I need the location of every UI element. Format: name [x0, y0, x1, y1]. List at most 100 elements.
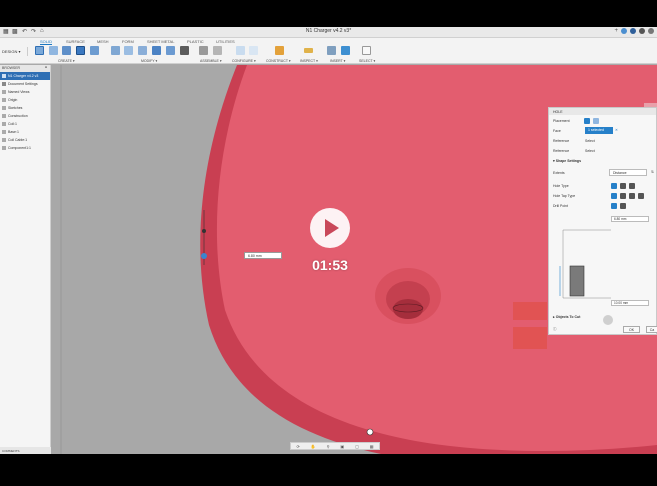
- assemble-menu[interactable]: ASSEMBLE ▾: [200, 59, 222, 63]
- insert-image-icon[interactable]: [341, 46, 350, 55]
- cancel-button[interactable]: Ca: [646, 326, 657, 333]
- extrude-icon[interactable]: [62, 46, 71, 55]
- browser-item-root[interactable]: N1 Charger v4.2 v3: [0, 72, 50, 80]
- configure-menu[interactable]: CONFIGURE ▾: [232, 59, 256, 63]
- measure-icon[interactable]: [304, 48, 313, 53]
- component-icon: [2, 122, 6, 126]
- play-button[interactable]: [310, 208, 350, 248]
- objects-to-cut-header[interactable]: ▸ Objects To Cut: [553, 315, 580, 319]
- grid-icon[interactable]: ▦: [370, 444, 374, 449]
- plus-icon[interactable]: +: [614, 28, 618, 34]
- taper-tapped-icon[interactable]: [638, 193, 644, 199]
- tab-plastic[interactable]: PLASTIC: [187, 39, 204, 44]
- browser-item-construction[interactable]: Construction: [0, 112, 50, 120]
- browser-item-origin[interactable]: Origin: [0, 96, 50, 104]
- browser-item-coil[interactable]: Coil:1: [0, 120, 50, 128]
- configure-icon[interactable]: [236, 46, 245, 55]
- browser-item-component1[interactable]: Component1:1: [0, 144, 50, 152]
- shape-settings-label: Shape Settings: [555, 159, 582, 163]
- multiple-holes-icon[interactable]: [593, 118, 599, 124]
- flip-icon[interactable]: ⇅: [651, 170, 654, 174]
- press-pull-icon[interactable]: [111, 46, 120, 55]
- play-icon: [325, 219, 339, 237]
- select-menu[interactable]: SELECT ▾: [359, 59, 375, 63]
- modify-menu[interactable]: MODIFY ▾: [141, 59, 157, 63]
- angle-drill-point-icon[interactable]: [620, 203, 626, 209]
- browser-item-label: Base:1: [8, 130, 19, 134]
- countersink-icon[interactable]: [629, 183, 635, 189]
- fillet-icon[interactable]: [124, 46, 133, 55]
- browser-item-coil-cable[interactable]: Coil Cable:1: [0, 136, 50, 144]
- center-point[interactable]: [366, 428, 374, 436]
- hole-icon[interactable]: [76, 46, 85, 55]
- tab-surface[interactable]: SURFACE: [66, 39, 85, 44]
- as-built-joint-icon[interactable]: [213, 46, 222, 55]
- help-icon[interactable]: [648, 28, 654, 34]
- job-status-icon[interactable]: [630, 28, 636, 34]
- face-label: Face: [553, 129, 561, 133]
- face-selection[interactable]: 1 selected: [585, 127, 613, 134]
- offset-plane-icon[interactable]: [275, 46, 284, 55]
- shape-settings-header[interactable]: ▾ Shape Settings: [553, 159, 581, 163]
- clearance-tap-icon[interactable]: [620, 193, 626, 199]
- flat-drill-point-icon[interactable]: [611, 203, 617, 209]
- move-copy-icon[interactable]: [180, 46, 189, 55]
- single-hole-icon[interactable]: [584, 118, 590, 124]
- workspace-switcher[interactable]: DESIGN ▾: [2, 47, 28, 56]
- zoom-icon[interactable]: ⚲: [327, 444, 330, 449]
- browser-item-named-views[interactable]: Named Views: [0, 88, 50, 96]
- inspect-menu[interactable]: INSPECT ▾: [300, 59, 318, 63]
- extents-dropdown[interactable]: Distance: [609, 169, 647, 176]
- shell-icon[interactable]: [138, 46, 147, 55]
- reference-2-select[interactable]: Select: [585, 149, 595, 153]
- browser-collapse-icon[interactable]: ●: [45, 65, 47, 69]
- diameter-input[interactable]: 6.80 mm: [611, 216, 649, 222]
- fit-icon[interactable]: ▣: [340, 444, 344, 449]
- pattern-icon[interactable]: [90, 46, 99, 55]
- insert-menu[interactable]: INSERT ▾: [330, 59, 345, 63]
- display-settings-icon[interactable]: ▢: [355, 444, 359, 449]
- document-title: N1 Charger v4.2 v3*: [305, 28, 352, 34]
- create-menu[interactable]: CREATE ▾: [58, 59, 75, 63]
- move-body-icon[interactable]: [166, 46, 175, 55]
- tab-form[interactable]: FORM: [122, 39, 134, 44]
- hole-dialog: HOLE Placement Face 1 selected ✕ Referen…: [548, 107, 657, 335]
- comments-panel[interactable]: COMMENTS: [0, 447, 51, 454]
- browser-item-sketches[interactable]: Sketches: [0, 104, 50, 112]
- gear-icon: [2, 82, 6, 86]
- simple-tap-icon[interactable]: [611, 193, 617, 199]
- browser-item-document-settings[interactable]: Document Settings: [0, 80, 50, 88]
- clear-selection-icon[interactable]: ✕: [615, 128, 618, 132]
- extent-handle-top[interactable]: [513, 302, 547, 320]
- tab-solid[interactable]: SOLID: [40, 39, 53, 45]
- orbit-icon[interactable]: ⟳: [296, 444, 299, 449]
- select-icon[interactable]: [362, 46, 371, 55]
- globe-icon[interactable]: [621, 28, 627, 34]
- create-sketch-icon[interactable]: [49, 46, 58, 55]
- drill-point-label: Drill Point: [553, 204, 568, 208]
- browser-item-base[interactable]: Base:1: [0, 128, 50, 136]
- tab-mesh[interactable]: MESH: [97, 39, 109, 44]
- simple-hole-icon[interactable]: [611, 183, 617, 189]
- pan-icon[interactable]: ✋: [311, 444, 316, 449]
- configure-table-icon[interactable]: [249, 46, 258, 55]
- tapped-icon[interactable]: [629, 193, 635, 199]
- counterbore-icon[interactable]: [620, 183, 626, 189]
- info-icon[interactable]: ⓘ: [553, 327, 557, 332]
- construct-menu[interactable]: CONSTRUCT ▾: [266, 59, 291, 63]
- point-marker: [202, 229, 206, 233]
- dimension-input[interactable]: 6.80 mm: [244, 252, 282, 259]
- reference-1-select[interactable]: Select: [585, 139, 595, 143]
- new-component-icon[interactable]: [35, 46, 44, 55]
- tab-utilities[interactable]: UTILITIES: [216, 39, 235, 44]
- combine-icon[interactable]: [152, 46, 161, 55]
- drag-handle[interactable]: [201, 253, 207, 259]
- ok-button[interactable]: OK: [623, 326, 640, 333]
- depth-input[interactable]: 10.00 mm: [611, 300, 649, 306]
- insert-derive-icon[interactable]: [327, 46, 336, 55]
- joint-icon[interactable]: [199, 46, 208, 55]
- extent-handle-bottom[interactable]: [513, 327, 547, 349]
- tab-sheet-metal[interactable]: SHEET METAL: [147, 39, 174, 44]
- browser-item-label: Sketches: [8, 106, 23, 110]
- notification-icon[interactable]: [639, 28, 645, 34]
